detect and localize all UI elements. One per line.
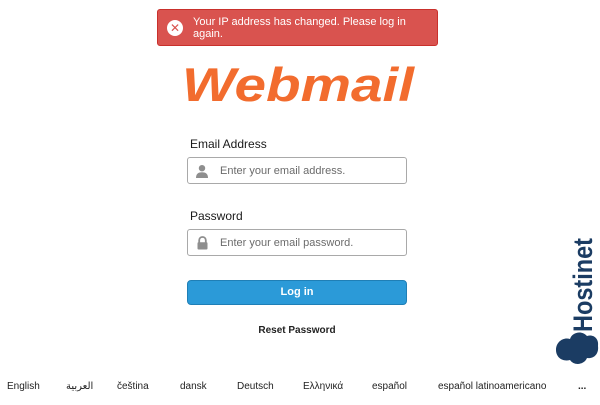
locale-link[interactable]: Deutsch [237,381,274,392]
error-alert: ✕ Your IP address has changed. Please lo… [157,9,438,46]
password-input[interactable] [216,231,406,254]
password-label: Password [190,209,243,223]
close-circle-icon[interactable]: ✕ [167,19,183,36]
locale-bar: English العربية čeština dansk Deutsch Ελ… [0,381,600,397]
email-input[interactable] [216,159,406,182]
hostinet-brand-logo: Hostinet [556,238,599,364]
lock-icon [188,230,216,255]
email-label: Email Address [190,137,267,151]
login-button[interactable]: Log in [187,280,407,305]
more-locales-link[interactable]: ... [578,381,586,392]
locale-link[interactable]: español [372,381,407,392]
locale-link[interactable]: Ελληνικά [303,381,343,392]
reset-password-link[interactable]: Reset Password [187,325,407,336]
webmail-logo: Webmail [182,62,415,108]
locale-link[interactable]: English [7,381,40,392]
user-icon [188,158,216,183]
locale-link[interactable]: dansk [180,381,207,392]
locale-link[interactable]: العربية [66,381,93,392]
locale-link[interactable]: čeština [117,381,149,392]
alert-message: Your IP address has changed. Please log … [193,15,406,40]
password-field-wrapper[interactable] [187,229,407,256]
logo-text: Webmail [182,62,415,108]
locale-link[interactable]: español latinoamericano [438,381,546,392]
email-field-wrapper[interactable] [187,157,407,184]
brand-text: Hostinet [568,238,598,332]
